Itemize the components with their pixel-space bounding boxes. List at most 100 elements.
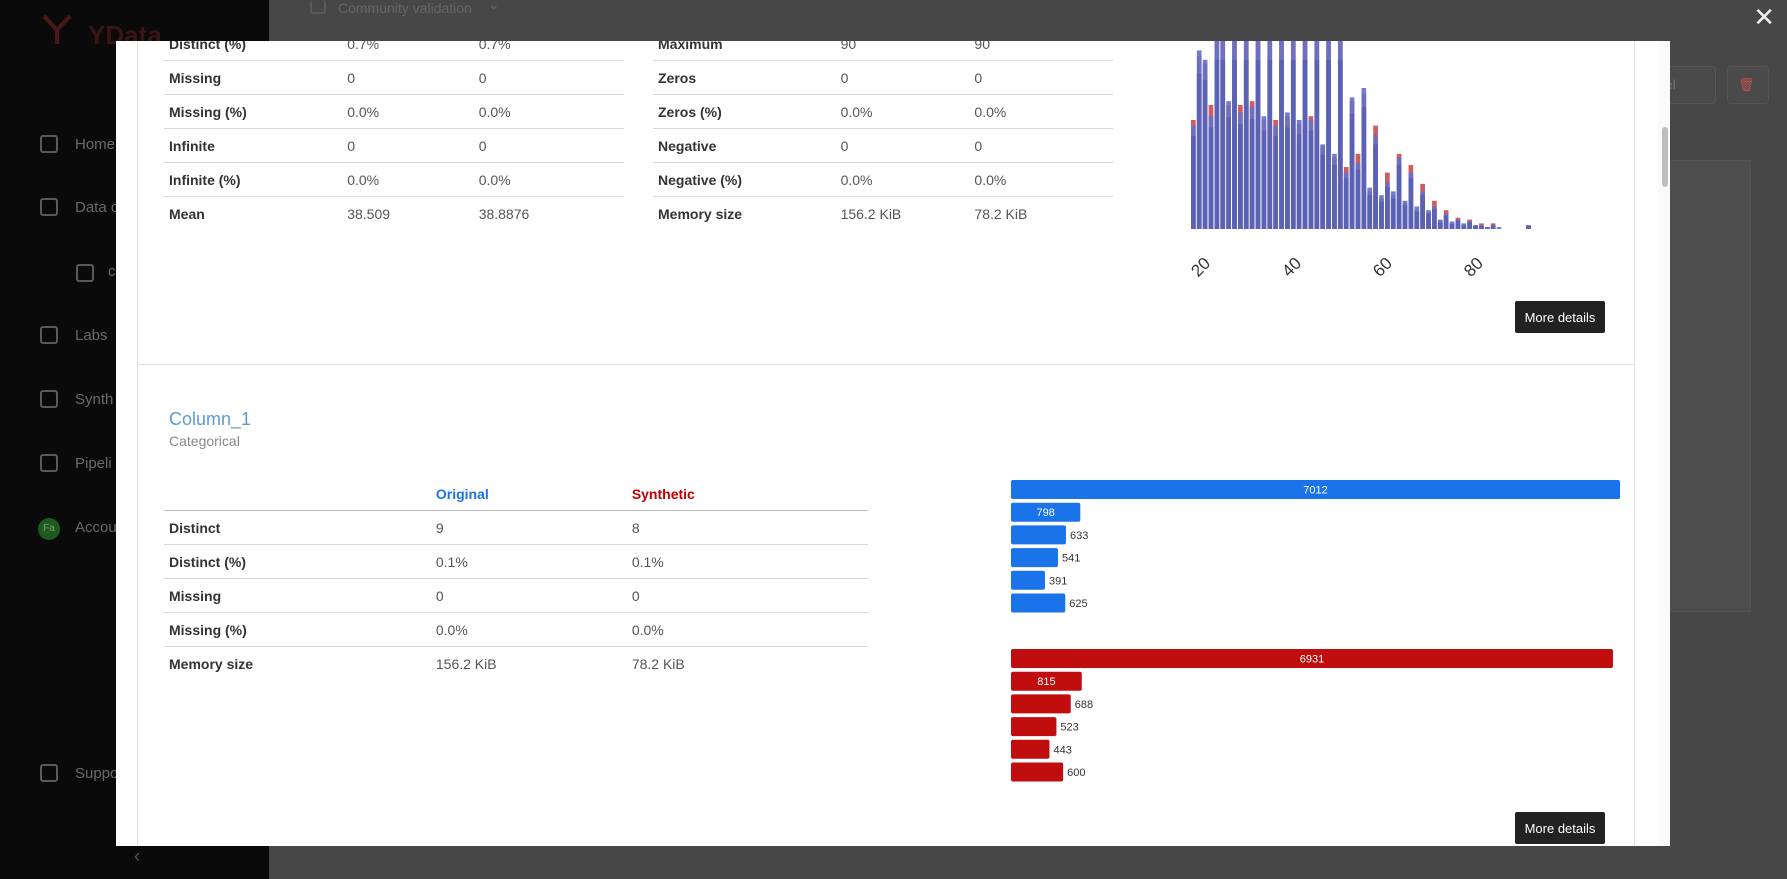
stats-left-cell-synthetic: 0	[473, 60, 624, 95]
pipeline-icon	[40, 454, 58, 472]
column-stats-cell-original: 156.2 KiB	[435, 655, 497, 672]
scrollbar-track[interactable]	[1658, 41, 1670, 846]
column-stats-cell-label: Distinct (%)	[164, 544, 431, 579]
column-stats-row: Missing (%) 0.0% 0.0%	[164, 612, 868, 647]
column-stats-row: Missing 0 0	[164, 578, 868, 613]
stats-right-cell-original: 0	[835, 128, 970, 163]
stats-left-cell-label: Missing (%)	[164, 94, 343, 129]
delete-icon[interactable]: 🗑	[1727, 66, 1769, 104]
stats-table-left-body: Distinct (%) 0.7% 0.7% Missing 0 0 Missing (%)…	[164, 41, 624, 230]
stats-left-row: Distinct (%) 0.7% 0.7%	[164, 41, 624, 61]
stats-right-cell-synthetic: 0.0%	[969, 162, 1113, 197]
share-icon	[40, 390, 58, 408]
avatar[interactable]: Fa	[38, 518, 60, 540]
stats-table-right: Maximum 90 90 Zeros 0 0 Zeros (%) 0.0% 0.0% Negat…	[653, 41, 1113, 230]
flask-icon	[40, 326, 58, 344]
nav-sub-item[interactable]: c	[108, 263, 116, 280]
stats-left-row: Mean 38.509 38.8876	[164, 197, 624, 231]
stats-right-cell-synthetic: 0	[969, 128, 1113, 163]
column-stats-cell-label: Distinct	[164, 510, 431, 545]
stats-right-cell-synthetic: 78.2 KiB	[974, 205, 1028, 222]
stats-left-cell-original: 0	[342, 60, 474, 95]
nav-synth[interactable]: Synth	[75, 391, 113, 408]
stats-left-cell-label: Distinct (%)	[164, 41, 343, 61]
stats-right-cell-label: Negative	[653, 128, 836, 163]
stats-right-row: Memory size 156.2 KiB 78.2 KiB	[653, 197, 1113, 231]
stats-right-cell-synthetic: 0.0%	[969, 94, 1113, 129]
stats-left-cell-label: Missing	[164, 60, 343, 95]
stats-right-cell-synthetic: 0	[969, 60, 1113, 95]
breadcrumb[interactable]: Community validation	[338, 0, 472, 16]
stats-left-row: Infinite 0 0	[164, 128, 624, 163]
column-stats-cell-synthetic: 0	[626, 578, 868, 613]
column-stats-cell-synthetic: 0.1%	[626, 544, 868, 579]
stats-table-left: Distinct (%) 0.7% 0.7% Missing 0 0 Missing (%)…	[164, 41, 624, 230]
database-icon	[40, 198, 58, 216]
stats-table-right-body: Maximum 90 90 Zeros 0 0 Zeros (%) 0.0% 0.0% Negat…	[653, 41, 1113, 230]
stats-right-row: Zeros 0 0	[653, 60, 1113, 95]
scrollbar-thumb[interactable]	[1662, 127, 1668, 187]
stats-left-cell-original: 38.509	[347, 205, 391, 222]
header-synthetic: Synthetic	[626, 477, 868, 511]
header-blank	[164, 477, 431, 511]
stats-left-cell-label: Infinite (%)	[164, 162, 343, 197]
stats-left-cell-label: Infinite	[164, 128, 343, 163]
profile-comparison-modal: Distinct (%) 0.7% 0.7% Missing 0 0 Missing (%)…	[116, 41, 1670, 846]
stats-right-cell-original: 0	[835, 60, 970, 95]
stats-left-cell-original: 0.0%	[342, 94, 474, 129]
stats-left-cell-original: 0	[342, 128, 474, 163]
nav-data[interactable]: Data c	[75, 199, 118, 216]
ydata-logo-icon	[42, 14, 72, 44]
chevron-left-icon[interactable]: ‹	[134, 846, 140, 867]
home-icon	[40, 135, 58, 153]
stats-right-cell-synthetic: 90	[969, 41, 1113, 61]
stats-right-cell-label: Maximum	[653, 41, 836, 61]
stats-right-row: Maximum 90 90	[653, 41, 1113, 61]
column-title[interactable]: Column_1	[169, 409, 251, 430]
column-stats-table: Original Synthetic Distinct 9 8 Distinct (%…	[164, 477, 868, 680]
stats-left-cell-original: 0.0%	[342, 162, 474, 197]
nav-pipelines[interactable]: Pipeli	[75, 455, 112, 472]
more-details-button[interactable]: More details	[1515, 301, 1605, 333]
chevron-down-icon[interactable]: ⌄	[488, 0, 500, 13]
cube-icon	[310, 0, 326, 14]
stats-left-cell-synthetic: 0.0%	[473, 94, 624, 129]
column-stats-cell-label: Memory size	[169, 655, 254, 672]
column-stats-cell-original: 0.1%	[430, 544, 627, 579]
column-stats-cell-original: 9	[430, 510, 627, 545]
stats-left-cell-label: Mean	[169, 205, 205, 222]
column-stats-row: Distinct 9 8	[164, 510, 868, 545]
stats-left-row: Infinite (%) 0.0% 0.0%	[164, 162, 624, 197]
stats-left-cell-synthetic: 0.7%	[473, 41, 624, 61]
stats-left-row: Missing 0 0	[164, 60, 624, 95]
stats-right-cell-label: Zeros (%)	[653, 94, 836, 129]
header-original: Original	[430, 477, 627, 511]
stats-right-row: Zeros (%) 0.0% 0.0%	[653, 94, 1113, 129]
stats-left-cell-original: 0.7%	[342, 41, 474, 61]
stats-left-cell-synthetic: 0.0%	[473, 162, 624, 197]
stats-right-row: Negative (%) 0.0% 0.0%	[653, 162, 1113, 197]
column-stats-cell-synthetic: 8	[626, 510, 868, 545]
column-stats-body: Distinct 9 8 Distinct (%) 0.1% 0.1% Missing 0 0 M…	[164, 510, 868, 681]
more-details-button-column[interactable]: More details	[1515, 812, 1605, 844]
stats-left-cell-synthetic: 38.8876	[478, 205, 530, 222]
stats-right-cell-label: Negative (%)	[653, 162, 836, 197]
stats-left-cell-synthetic: 0	[473, 128, 624, 163]
stats-right-cell-original: 156.2 KiB	[840, 205, 902, 222]
stats-right-cell-original: 0.0%	[835, 94, 970, 129]
stats-right-cell-label: Zeros	[653, 60, 836, 95]
nav-support[interactable]: Suppo	[75, 765, 118, 782]
nav-labs[interactable]: Labs	[75, 327, 108, 344]
stats-right-cell-original: 90	[835, 41, 970, 61]
column-stats-cell-label: Missing	[164, 578, 431, 613]
nav-home[interactable]: Home	[75, 136, 115, 153]
stats-right-cell-original: 0.0%	[835, 162, 970, 197]
column-stats-row: Memory size 156.2 KiB 78.2 KiB	[164, 647, 868, 681]
column-stats-cell-synthetic: 78.2 KiB	[631, 655, 685, 672]
column-stats-cell-synthetic: 0.0%	[626, 612, 868, 647]
nav-account[interactable]: Accou	[75, 519, 117, 536]
close-icon[interactable]: ✕	[1753, 2, 1775, 33]
column-type: Categorical	[169, 433, 240, 449]
stats-right-cell-label: Memory size	[658, 205, 743, 222]
column-stats-row: Distinct (%) 0.1% 0.1%	[164, 544, 868, 579]
